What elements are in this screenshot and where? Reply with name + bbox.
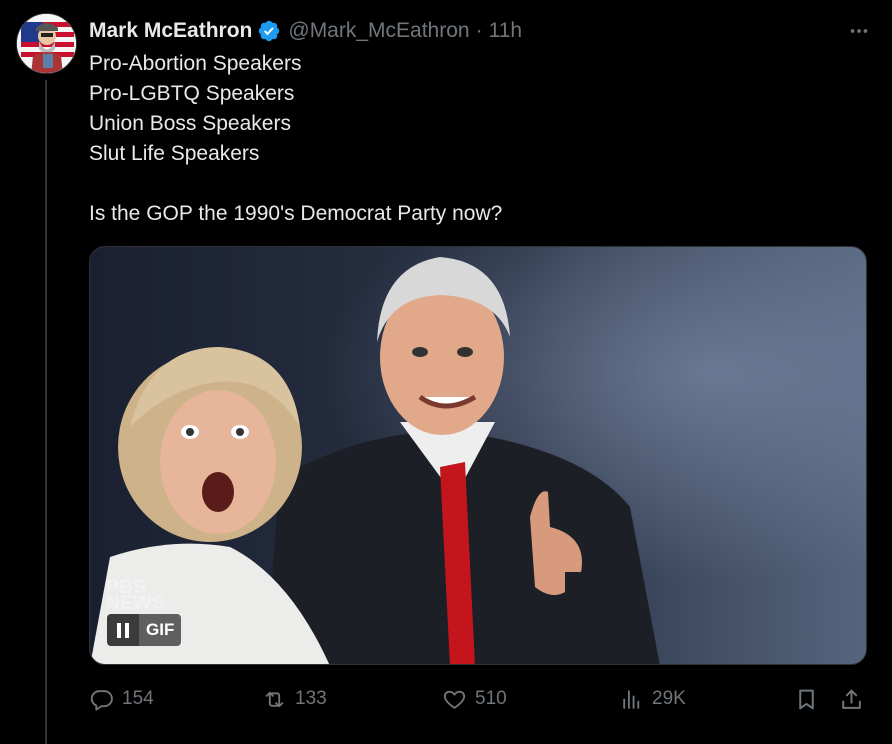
tweet-text: Pro-Abortion Speakers Pro-LGBTQ Speakers… <box>89 49 849 229</box>
gif-badge: GIF <box>139 614 182 646</box>
pbs-news-watermark: PBS NEWS <box>106 578 165 614</box>
reply-icon <box>90 689 113 711</box>
tweet-text-spacer <box>89 169 849 199</box>
reply-count: 154 <box>122 688 154 709</box>
author-name[interactable]: Mark McEathron <box>89 19 252 43</box>
tweet-header: Mark McEathron @Mark_McEathron · 11h <box>89 16 879 46</box>
more-horizontal-icon <box>850 29 868 33</box>
pause-icon[interactable] <box>107 614 139 646</box>
tweet-actions-bar: 154 133 510 29K <box>89 680 879 718</box>
avatar-image <box>17 14 76 73</box>
reply-button[interactable]: 154 <box>89 680 154 718</box>
analytics-icon <box>623 689 640 709</box>
gif-frame-image <box>90 247 866 664</box>
header-separator: · <box>475 19 483 42</box>
thread-connector-line <box>45 80 47 744</box>
retweet-button[interactable]: 133 <box>262 680 327 718</box>
author-avatar[interactable] <box>16 13 77 74</box>
tweet-media-gif[interactable]: PBS NEWS GIF <box>89 246 867 665</box>
retweet-count: 133 <box>295 688 327 709</box>
views-button[interactable]: 29K <box>619 680 686 718</box>
views-count: 29K <box>652 688 686 709</box>
tweet-text-line: Slut Life Speakers <box>89 142 260 165</box>
heart-icon <box>443 690 466 709</box>
share-icon <box>842 689 861 709</box>
tweet-text-line: Pro-Abortion Speakers <box>89 52 302 75</box>
tweet-text-line: Pro-LGBTQ Speakers <box>89 82 295 105</box>
bookmark-button[interactable] <box>794 680 819 718</box>
tweet-text-line: Union Boss Speakers <box>89 112 291 135</box>
more-options-button[interactable] <box>839 16 879 46</box>
like-button[interactable]: 510 <box>442 680 507 718</box>
retweet-icon <box>265 691 284 707</box>
tweet-timestamp[interactable]: 11h <box>489 19 522 43</box>
watermark-line2: NEWS <box>106 593 165 614</box>
gif-controls: GIF <box>107 614 182 646</box>
like-count: 510 <box>475 688 507 709</box>
tweet-text-question: Is the GOP the 1990's Democrat Party now… <box>89 202 503 225</box>
author-handle[interactable]: @Mark_McEathron <box>288 19 469 43</box>
share-button[interactable] <box>839 680 864 718</box>
verified-badge-icon[interactable] <box>257 19 281 43</box>
bookmark-icon <box>799 689 814 709</box>
